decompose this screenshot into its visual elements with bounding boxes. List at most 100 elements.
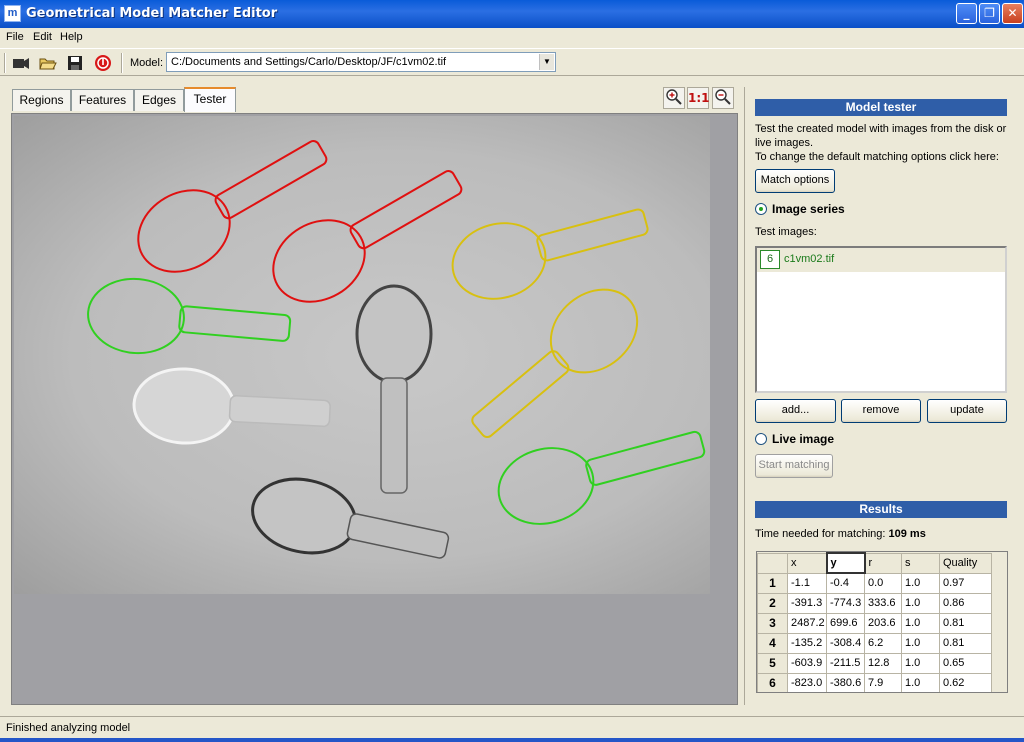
column-header-s[interactable]: s: [901, 552, 940, 574]
cell-y[interactable]: 699.6: [826, 612, 865, 634]
radio-unselected-icon[interactable]: [755, 433, 767, 445]
actual-size-button[interactable]: 1:1: [687, 87, 710, 109]
cell-quality[interactable]: 0.81: [939, 632, 992, 654]
cell-quality[interactable]: 0.86: [939, 592, 992, 614]
cell-x[interactable]: 2487.2: [787, 612, 827, 634]
cell-y[interactable]: -211.5: [826, 652, 865, 674]
save-icon[interactable]: [65, 53, 85, 73]
column-header-x[interactable]: x: [787, 552, 827, 574]
camera-icon[interactable]: [11, 53, 31, 73]
cell-x[interactable]: -135.2: [787, 632, 827, 654]
cell-x[interactable]: -603.9: [787, 652, 827, 674]
remove-image-button[interactable]: remove: [841, 399, 921, 423]
start-matching-button[interactable]: Start matching: [755, 454, 833, 478]
match-options-button[interactable]: Match options: [755, 169, 835, 193]
matching-time: Time needed for matching: 109 ms: [755, 527, 1007, 541]
row-header[interactable]: 5: [757, 652, 788, 674]
model-path-combo[interactable]: C:/Documents and Settings/Carlo/Desktop/…: [166, 52, 556, 72]
row-header[interactable]: 6: [757, 672, 788, 692]
zoom-in-icon[interactable]: [663, 87, 685, 109]
cell-x[interactable]: -823.0: [787, 672, 827, 692]
results-table[interactable]: x y r s Quality 1 -1.1 -0.4 0.0 1.0 0.97 2 -391…: [756, 551, 1008, 693]
row-header[interactable]: 1: [757, 572, 788, 594]
cell-r[interactable]: 333.6: [864, 592, 902, 614]
tab-edges[interactable]: Edges: [134, 89, 184, 111]
image-file-name: c1vm02.tif: [784, 253, 835, 265]
open-folder-icon[interactable]: [38, 53, 58, 73]
tab-regions[interactable]: Regions: [12, 89, 71, 111]
cell-r[interactable]: 6.2: [864, 632, 902, 654]
cell-r[interactable]: 0.0: [864, 572, 902, 594]
tab-tester[interactable]: Tester: [184, 87, 236, 112]
tab-features[interactable]: Features: [71, 89, 134, 111]
row-header[interactable]: 2: [757, 592, 788, 614]
maximize-button[interactable]: ❐: [979, 3, 1000, 24]
match-outline-green: [87, 277, 292, 355]
minimize-button[interactable]: _: [956, 3, 977, 24]
cell-quality[interactable]: 0.65: [939, 652, 992, 674]
list-item[interactable]: 6 c1vm02.tif: [757, 248, 1005, 272]
status-bar: Finished analyzing model: [0, 716, 1024, 738]
model-path-value: C:/Documents and Settings/Carlo/Desktop/…: [171, 56, 447, 68]
table-row[interactable]: 5 -603.9 -211.5 12.8 1.0 0.65: [757, 652, 992, 674]
cell-s[interactable]: 1.0: [901, 592, 940, 614]
menu-edit[interactable]: Edit: [33, 31, 52, 43]
corner-header: [757, 552, 788, 574]
results-grid: x y r s Quality 1 -1.1 -0.4 0.0 1.0 0.97 2 -391…: [757, 552, 992, 692]
cell-s[interactable]: 1.0: [901, 672, 940, 692]
chevron-down-icon[interactable]: ▼: [539, 54, 554, 70]
table-row[interactable]: 3 2487.2 699.6 203.6 1.0 0.81: [757, 612, 992, 634]
cell-y[interactable]: -380.6: [826, 672, 865, 692]
match-options-hint: To change the default matching options c…: [755, 151, 999, 163]
stop-icon[interactable]: [93, 53, 113, 73]
column-header-quality[interactable]: Quality: [939, 552, 992, 574]
menu-help[interactable]: Help: [60, 31, 83, 43]
image-series-label: Image series: [772, 202, 845, 216]
table-row[interactable]: 2 -391.3 -774.3 333.6 1.0 0.86: [757, 592, 992, 614]
close-button[interactable]: ✕: [1002, 3, 1023, 24]
image-series-radio[interactable]: Image series: [755, 202, 845, 216]
add-image-button[interactable]: add...: [755, 399, 836, 423]
test-images-label: Test images:: [755, 226, 817, 238]
cell-y[interactable]: -774.3: [826, 592, 865, 614]
cell-s[interactable]: 1.0: [901, 612, 940, 634]
toolbar-grip: [4, 53, 6, 73]
live-image-radio[interactable]: Live image: [755, 432, 834, 446]
image-view[interactable]: [11, 113, 738, 705]
cell-x[interactable]: -1.1: [787, 572, 827, 594]
column-header-r[interactable]: r: [864, 552, 902, 574]
cell-quality[interactable]: 0.97: [939, 572, 992, 594]
cell-r[interactable]: 7.9: [864, 672, 902, 692]
window-title: Geometrical Model Matcher Editor: [26, 6, 278, 21]
cell-s[interactable]: 1.0: [901, 632, 940, 654]
toolbar-separator: [121, 53, 123, 73]
cell-x[interactable]: -391.3: [787, 592, 827, 614]
row-header[interactable]: 3: [757, 612, 788, 634]
menu-bar: File Edit Help: [0, 28, 1024, 47]
row-header[interactable]: 4: [757, 632, 788, 654]
model-tester-header: Model tester: [755, 99, 1007, 116]
matched-spoons: [87, 140, 706, 559]
cell-s[interactable]: 1.0: [901, 572, 940, 594]
match-outline-red: [137, 140, 328, 273]
zoom-out-icon[interactable]: [712, 87, 734, 109]
update-button[interactable]: update: [927, 399, 1007, 423]
radio-selected-icon[interactable]: [755, 203, 767, 215]
column-header-y[interactable]: y: [825, 552, 866, 574]
cell-quality[interactable]: 0.62: [939, 672, 992, 692]
tester-description: Test the created model with images from …: [755, 123, 1007, 149]
table-row[interactable]: 1 -1.1 -0.4 0.0 1.0 0.97: [757, 572, 992, 594]
spoon-unmatched: [355, 284, 433, 494]
cell-s[interactable]: 1.0: [901, 652, 940, 674]
results-header: Results: [755, 501, 1007, 518]
cell-r[interactable]: 12.8: [864, 652, 902, 674]
table-row[interactable]: 6 -823.0 -380.6 7.9 1.0 0.62: [757, 672, 992, 692]
cell-y[interactable]: -308.4: [826, 632, 865, 654]
cell-quality[interactable]: 0.81: [939, 612, 992, 634]
cell-r[interactable]: 203.6: [864, 612, 902, 634]
cell-y[interactable]: -0.4: [826, 572, 865, 594]
test-images-list[interactable]: 6 c1vm02.tif: [755, 246, 1007, 393]
menu-file[interactable]: File: [6, 31, 24, 43]
live-image-label: Live image: [772, 432, 835, 446]
table-row[interactable]: 4 -135.2 -308.4 6.2 1.0 0.81: [757, 632, 992, 654]
